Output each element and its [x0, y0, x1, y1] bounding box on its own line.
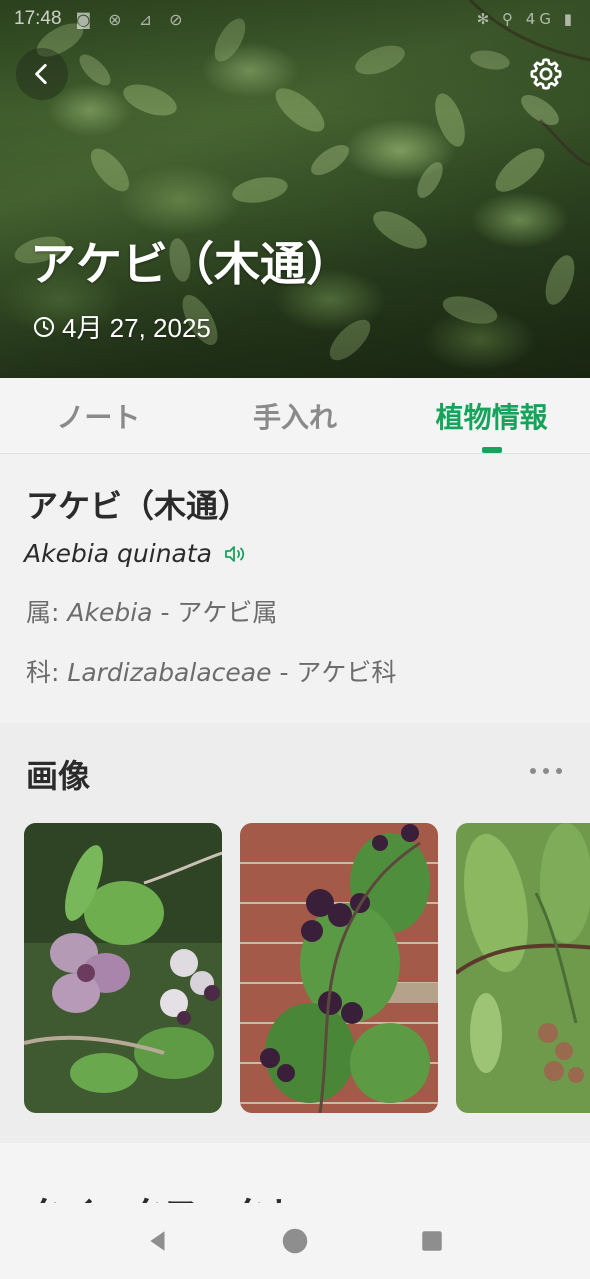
tab-plant-info[interactable]: 植物情報: [393, 378, 590, 453]
clock-icon: [34, 316, 54, 337]
tab-plant-info-label: 植物情報: [435, 400, 548, 434]
genus-row: 属: Akebia - アケビ属: [26, 593, 277, 629]
hero-date-text: 4月 27, 2025: [62, 313, 211, 343]
image-thumbnail[interactable]: [240, 823, 438, 1113]
status-bar: 17:48 ◙ ⊗ ⊿ ⊘ ✻ ⚲ 4G ▮: [0, 0, 590, 38]
plant-info-section: アケビ（木通） Akebia quinata 属: Akebia - アケビ属 …: [0, 455, 590, 723]
nav-home-icon: [282, 1228, 308, 1254]
back-button[interactable]: [16, 48, 68, 100]
genus-latin: Akebia: [67, 598, 153, 627]
nav-back-icon: [150, 1231, 165, 1251]
plant-common-name: アケビ（木通）: [26, 487, 251, 525]
status-time: 17:48: [14, 8, 62, 29]
speaker-icon: [225, 545, 245, 562]
scientific-name: Akebia quinata: [24, 539, 212, 568]
nav-back-button[interactable]: [128, 1211, 188, 1271]
hero-banner: 17:48 ◙ ⊗ ⊿ ⊘ ✻ ⚲ 4G ▮ アケビ（木通） 4月 27, 20…: [0, 0, 590, 378]
tab-care[interactable]: 手入れ: [197, 378, 394, 453]
scientific-name-row: Akebia quinata: [24, 539, 248, 568]
status-system-icons: ✻ ⚲ 4G ▮: [476, 10, 576, 28]
genus-separator: :: [51, 598, 60, 627]
system-navigation-bar: [0, 1203, 590, 1279]
akebia-flower-photo: [24, 823, 222, 1113]
genus-label: 属: [26, 598, 52, 627]
status-notification-icons: ◙ ⊗ ⊿ ⊘: [75, 9, 189, 29]
hero-title: アケビ（木通）: [30, 237, 352, 291]
family-separator: :: [51, 658, 60, 687]
hero-date: 4月 27, 2025: [32, 308, 211, 345]
tab-bar: ノート 手入れ 植物情報: [0, 378, 590, 454]
more-dots-icon: [530, 768, 562, 774]
family-latin: Lardizabalaceae: [67, 658, 272, 687]
family-label: 科: [26, 658, 52, 687]
akebia-fruit-photo: [456, 823, 590, 1113]
image-thumbnail[interactable]: [456, 823, 590, 1113]
settings-button[interactable]: [520, 48, 572, 100]
akebia-vine-on-brick-photo: [240, 823, 438, 1113]
back-arrow-icon: [35, 63, 47, 85]
screen: 17:48 ◙ ⊗ ⊿ ⊘ ✻ ⚲ 4G ▮ アケビ（木通） 4月 27, 20…: [0, 0, 590, 1279]
images-title: 画像: [26, 757, 91, 795]
genus-jp: - アケビ属: [160, 598, 278, 627]
nav-home-button[interactable]: [265, 1211, 325, 1271]
nav-recents-icon: [421, 1231, 442, 1251]
gear-icon: [530, 58, 562, 90]
tab-care-label: 手入れ: [253, 400, 338, 434]
tab-notes-label: ノート: [56, 400, 141, 434]
images-section: 画像: [0, 723, 590, 1143]
tab-active-indicator: [481, 447, 502, 453]
pronounce-button[interactable]: [224, 544, 248, 564]
nav-recents-button[interactable]: [402, 1211, 462, 1271]
family-row: 科: Lardizabalaceae - アケビ科: [26, 653, 396, 689]
images-more-button[interactable]: [526, 757, 566, 785]
image-thumbnail[interactable]: [24, 823, 222, 1113]
tab-notes[interactable]: ノート: [0, 378, 197, 453]
family-jp: - アケビ科: [279, 658, 397, 687]
